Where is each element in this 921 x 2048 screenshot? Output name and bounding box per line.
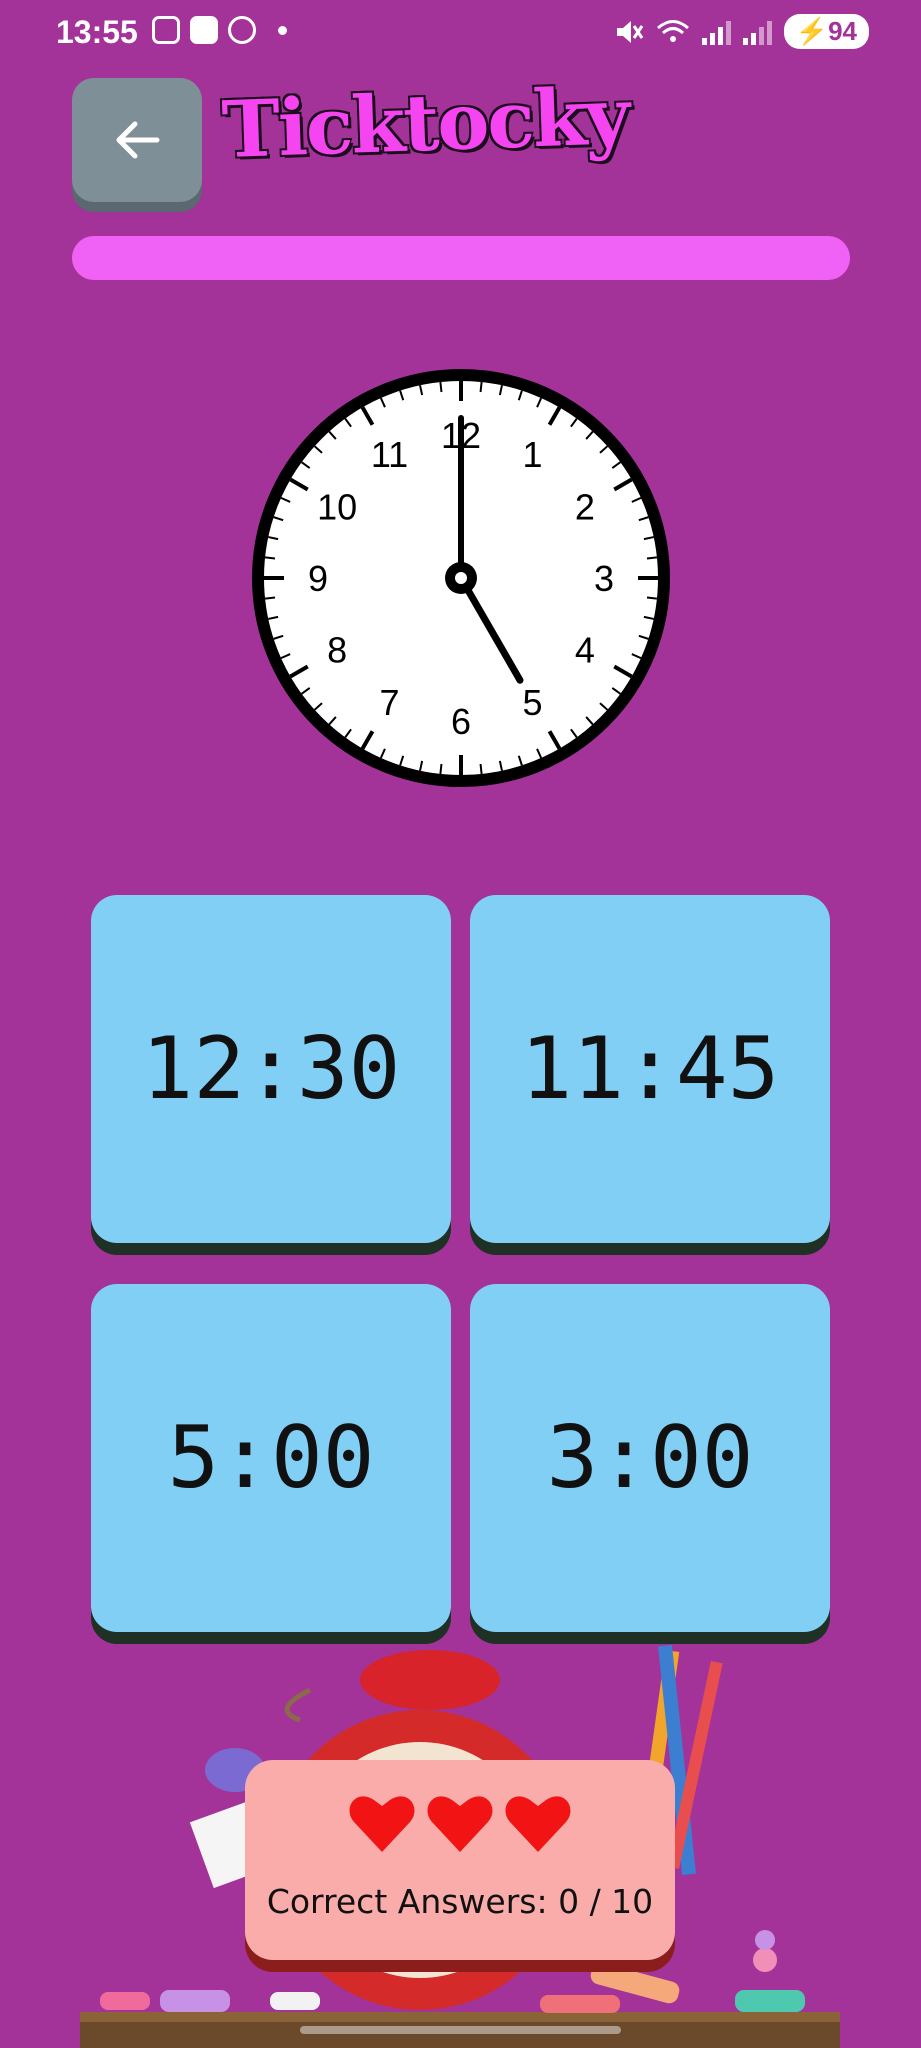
answer-option-1[interactable]: 12:30 — [91, 895, 451, 1243]
clock-numeral: 3 — [594, 558, 614, 599]
signal-2-icon — [742, 19, 772, 45]
clock-tick — [264, 556, 276, 560]
heart-icon — [505, 1796, 571, 1852]
clock-numeral: 1 — [522, 434, 542, 475]
analog-clock: 123456789101112 — [250, 367, 672, 789]
status-time: 13:55 — [56, 14, 138, 50]
clock-numeral: 8 — [327, 630, 347, 671]
signal-1-icon — [701, 19, 731, 45]
app-notification-icon — [190, 16, 218, 44]
more-notifications-dot — [278, 25, 287, 35]
battery-indicator: ⚡94 — [783, 14, 869, 49]
clock-numeral: 7 — [379, 682, 399, 723]
clock-numeral: 11 — [371, 434, 408, 475]
clock-numeral: 4 — [575, 630, 595, 671]
lives-indicator — [245, 1792, 675, 1854]
wifi-icon — [656, 19, 689, 42]
clock-numeral: 10 — [317, 487, 357, 528]
clock-numeral: 9 — [308, 558, 328, 599]
answer-option-3[interactable]: 5:00 — [91, 1284, 451, 1632]
back-button[interactable] — [72, 78, 202, 202]
clock-tick — [439, 763, 443, 775]
score-card: Correct Answers: 0 / 10 — [245, 1760, 675, 1960]
heart-icon — [427, 1796, 493, 1852]
clock-numeral: 5 — [522, 682, 542, 723]
home-indicator[interactable] — [300, 2026, 621, 2034]
clock-tick — [646, 596, 658, 600]
answer-option-4[interactable]: 3:00 — [470, 1284, 830, 1632]
quiz-progress-bar — [72, 236, 850, 280]
status-bar: 13:55 ⚡94 — [0, 0, 921, 70]
correct-answers-label: Correct Answers: 0 / 10 — [266, 1882, 654, 1921]
answer-option-2[interactable]: 11:45 — [470, 895, 830, 1243]
heart-icon — [349, 1796, 415, 1852]
clock-tick — [479, 763, 483, 775]
system-icons: ⚡94 — [614, 14, 869, 49]
clock-tick — [264, 596, 276, 600]
clock-tick — [479, 381, 483, 393]
clock-numeral: 6 — [451, 701, 471, 742]
arrow-left-icon — [116, 121, 160, 159]
screenshot-icon — [152, 16, 180, 44]
clock-tick — [646, 556, 658, 560]
clock-numeral: 2 — [575, 487, 595, 528]
mute-icon — [616, 20, 643, 43]
timer-icon — [228, 16, 256, 44]
clock-center-dot — [455, 572, 467, 584]
app-logo: Ticktocky — [220, 70, 630, 177]
battery-level: 94 — [828, 16, 857, 46]
notification-icons — [152, 16, 287, 44]
clock-tick — [439, 381, 443, 393]
clock-face: 123456789101112 — [252, 369, 670, 787]
